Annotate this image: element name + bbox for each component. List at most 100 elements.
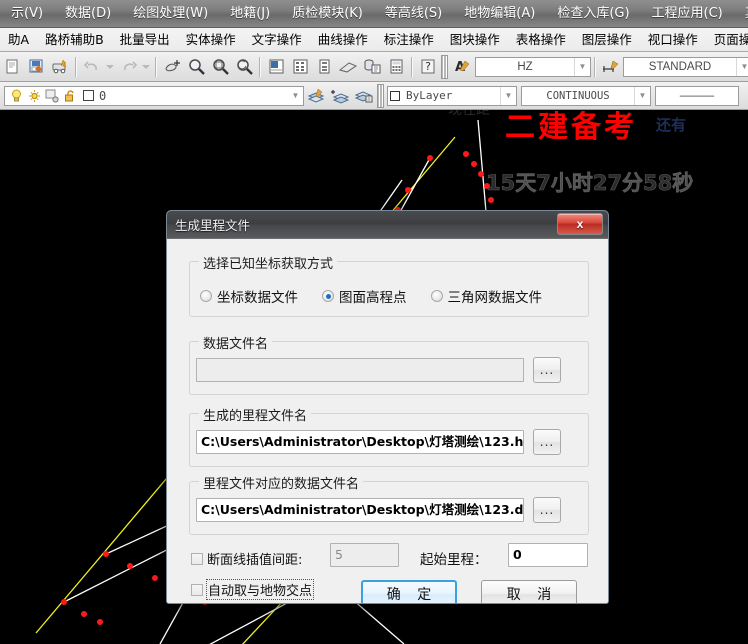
dim-style-icon[interactable] [599, 55, 623, 79]
radio-drawing-elevation-point[interactable]: 图面高程点 [322, 286, 407, 306]
menu-item-view[interactable]: 示(V) [0, 1, 54, 27]
chevron-down-icon[interactable]: ▼ [634, 86, 650, 105]
ok-button[interactable]: 确 定 [361, 580, 457, 603]
data-file-browse-button[interactable]: ... [533, 357, 561, 383]
mileage-data-file-input[interactable]: C:\Users\Administrator\Desktop\灯塔测绘\123.… [196, 498, 524, 522]
properties-icon[interactable] [264, 55, 288, 79]
undo-icon[interactable] [80, 55, 104, 79]
menu2-item-entity-ops[interactable]: 实体操作 [178, 29, 244, 51]
lineweight-combo[interactable]: ——— [655, 85, 739, 106]
menu-item-cadastre[interactable]: 地籍(J) [219, 1, 281, 27]
cancel-button[interactable]: 取 消 [481, 580, 577, 603]
menu2-item-assist-a[interactable]: 助A [0, 29, 37, 51]
mileage-data-file-browse-button[interactable]: ... [533, 497, 561, 523]
secondary-menu-bar[interactable]: 助A 路桥辅助B 批量导出 实体操作 文字操作 曲线操作 标注操作 图块操作 表… [0, 28, 748, 52]
interval-value-input[interactable]: 5 [330, 543, 399, 567]
menu2-item-dim-ops[interactable]: 标注操作 [376, 29, 442, 51]
pan-icon[interactable] [160, 55, 184, 79]
eraser-icon[interactable] [336, 55, 360, 79]
menu-item-qc[interactable]: 质检模块(K) [281, 1, 374, 27]
generate-mileage-file-dialog[interactable]: 生成里程文件 x 选择已知坐标获取方式 坐标数据文件 图面高程点 三角网数据文件 [166, 210, 609, 604]
menu2-item-layer-ops[interactable]: 图层操作 [574, 29, 640, 51]
layer-combo[interactable]: 0 ▼ [4, 84, 304, 108]
menu2-item-block-ops[interactable]: 图块操作 [442, 29, 508, 51]
layer-thaw-sun-icon[interactable] [25, 84, 43, 108]
layer-toolbar[interactable]: 0 ▼ ByLayer ▼ CONTINUOUS ▼ ——— [0, 82, 748, 110]
help-icon[interactable]: ? [416, 55, 440, 79]
mileage-data-file-legend: 里程文件对应的数据文件名 [199, 473, 364, 492]
canvas-watermark-red: 二建备考 [505, 110, 637, 145]
radio-indicator-selected [322, 290, 334, 302]
redo-icon[interactable] [116, 55, 140, 79]
menu-item-feature[interactable]: 地物编辑(A) [453, 1, 546, 27]
checkbox-indicator [191, 552, 203, 565]
toolbar-separator [259, 56, 261, 77]
start-mileage-input[interactable]: 0 [508, 543, 588, 567]
main-menu-bar[interactable]: 示(V) 数据(D) 绘图处理(W) 地籍(J) 质检模块(K) 等高线(S) … [0, 0, 748, 28]
menu-item-engineering[interactable]: 工程应用(C) [641, 1, 734, 27]
tool-palettes-icon[interactable] [312, 55, 336, 79]
db-query-icon[interactable] [360, 55, 384, 79]
layer-on-bulb-icon[interactable] [7, 84, 25, 108]
mileage-file-input[interactable]: C:\Users\Administrator\Desktop\灯塔测绘\123.… [196, 430, 524, 454]
linetype-combo[interactable]: CONTINUOUS ▼ [521, 85, 651, 106]
zoom-window-icon[interactable] [208, 55, 232, 79]
canvas-watermark-prefix: 现在距 [448, 110, 490, 118]
auto-intersect-checkbox[interactable]: 自动取与地物交点 [191, 579, 315, 600]
radio-tin-data-file[interactable]: 三角网数据文件 [430, 286, 542, 306]
data-file-input[interactable] [196, 358, 524, 382]
toolbar-grip[interactable] [377, 83, 384, 108]
redo-dropdown-icon[interactable] [140, 55, 152, 79]
chevron-down-icon[interactable]: ▼ [736, 57, 748, 76]
text-style-combo[interactable]: HZ ▼ [475, 56, 591, 77]
menu2-item-table-ops[interactable]: 表格操作 [508, 29, 574, 51]
menu2-item-viewport-ops[interactable]: 视口操作 [640, 29, 706, 51]
menu2-item-batch-export[interactable]: 批量导出 [112, 29, 178, 51]
undo-dropdown-icon[interactable] [104, 55, 116, 79]
layer-properties-icon[interactable] [304, 84, 328, 108]
standard-toolbar[interactable]: ? A HZ ▼ STANDARD ▼ [0, 52, 748, 82]
menu-item-draw[interactable]: 绘图处理(W) [122, 1, 219, 27]
layer-states-icon[interactable] [352, 84, 376, 108]
dialog-titlebar[interactable]: 生成里程文件 x [167, 211, 608, 239]
chevron-down-icon[interactable]: ▼ [574, 57, 590, 76]
linetype-value: CONTINUOUS [546, 89, 610, 102]
zoom-previous-icon[interactable] [232, 55, 256, 79]
layer-freeze-vp-icon[interactable] [43, 84, 61, 108]
radio-label: 坐标数据文件 [217, 290, 298, 306]
menu2-item-curve-ops[interactable]: 曲线操作 [310, 29, 376, 51]
canvas-watermark-gray: 还有 [656, 116, 687, 134]
new-file-icon[interactable] [0, 55, 24, 79]
design-center-icon[interactable] [288, 55, 312, 79]
radio-coordinate-data-file[interactable]: 坐标数据文件 [200, 286, 298, 306]
save-file-icon[interactable] [24, 55, 48, 79]
text-style-icon[interactable]: A [451, 55, 475, 79]
menu-item-inspect[interactable]: 检查入库(G) [546, 1, 640, 27]
toolbar-separator [75, 56, 77, 77]
menu-item-other[interactable]: 其他应用( [734, 1, 748, 27]
close-icon[interactable]: x [557, 213, 603, 235]
dialog-title: 生成里程文件 [175, 218, 251, 233]
mileage-file-browse-button[interactable]: ... [533, 429, 561, 455]
chevron-down-icon[interactable]: ▼ [288, 87, 303, 105]
coordinate-source-radios[interactable]: 坐标数据文件 图面高程点 三角网数据文件 [200, 286, 598, 306]
menu-item-contour[interactable]: 等高线(S) [374, 1, 453, 27]
menu2-item-text-ops[interactable]: 文字操作 [244, 29, 310, 51]
menu2-item-assist-b[interactable]: 路桥辅助B [37, 29, 112, 51]
layer-unlock-icon[interactable] [61, 84, 79, 108]
interval-checkbox[interactable]: 断面线插值间距: [191, 549, 302, 568]
layer-new-icon[interactable] [328, 84, 352, 108]
chevron-down-icon[interactable]: ▼ [500, 86, 516, 105]
toolbar-separator [411, 56, 413, 77]
dim-style-combo[interactable]: STANDARD ▼ [623, 56, 748, 77]
lineweight-sample: ——— [679, 89, 715, 102]
object-color-combo[interactable]: ByLayer ▼ [387, 85, 517, 106]
toolbar-grip[interactable] [441, 54, 448, 79]
interval-checkbox-label: 断面线插值间距: [207, 553, 303, 568]
auto-intersect-label: 自动取与地物交点 [205, 579, 315, 600]
zoom-icon[interactable] [184, 55, 208, 79]
menu-item-data[interactable]: 数据(D) [54, 1, 122, 27]
plot-icon[interactable] [48, 55, 72, 79]
calculator-icon[interactable] [384, 55, 408, 79]
menu2-item-page-ops[interactable]: 页面操作 [706, 29, 748, 51]
